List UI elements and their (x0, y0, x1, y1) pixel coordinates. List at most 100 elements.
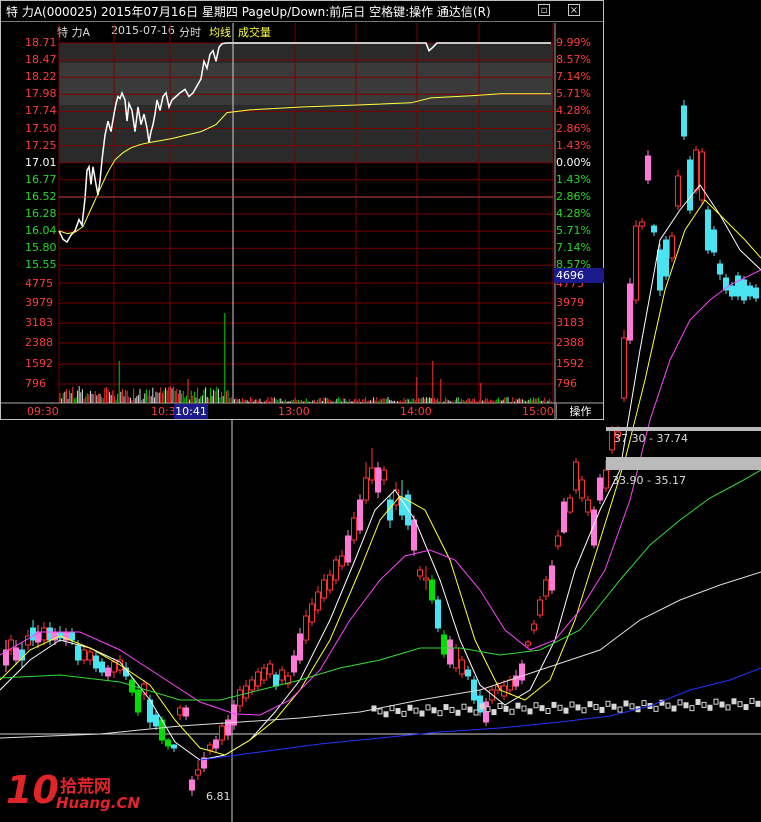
candle-body (243, 685, 249, 699)
pct-tick: 0.00% (556, 155, 591, 169)
candle-body (279, 669, 285, 681)
gray-candle (707, 704, 713, 711)
candle-body (705, 209, 711, 251)
candle-body (81, 649, 87, 661)
candle-body (375, 467, 381, 493)
price-tick: 15.55 (25, 258, 57, 272)
candle-body (447, 639, 453, 665)
gray-candle (641, 700, 647, 707)
volume-tick-left: 2388 (25, 336, 53, 349)
gray-candle (599, 706, 605, 713)
candle-body (41, 627, 47, 641)
candle-body (627, 283, 633, 341)
gray-candle (665, 702, 671, 709)
gray-candle (461, 703, 467, 710)
candle-body (47, 627, 53, 641)
gray-candle (509, 708, 515, 715)
candle-body (99, 661, 105, 673)
candle-body (93, 655, 99, 669)
candle-body (381, 469, 387, 481)
gray-candle (611, 703, 617, 710)
candle-body (30, 627, 36, 641)
candle-body (261, 667, 267, 681)
candle-body (213, 739, 219, 749)
gray-candle (575, 704, 581, 711)
candle-body (459, 659, 465, 675)
gray-candle (593, 704, 599, 711)
candle-body (537, 599, 543, 616)
price-tick: 17.74 (25, 104, 57, 118)
candle-body (573, 461, 579, 491)
intraday-popup[interactable]: 特 力A(000025) 2015年07月16日 星期四 PageUp/Down… (0, 0, 604, 420)
gray-candle (515, 702, 521, 709)
time-tick: 10:3 (151, 405, 176, 418)
candle-body (267, 663, 273, 675)
candle-body (87, 651, 93, 661)
candle-body (711, 229, 717, 253)
price-tick: 16.28 (25, 207, 57, 220)
candle-body (315, 591, 321, 611)
time-tick: 09:30 (27, 405, 59, 418)
candle-body (645, 155, 651, 181)
volume-tick-right: 3183 (556, 316, 584, 329)
pct-tick: 5.71% (556, 87, 591, 101)
volume-tick-left: 4775 (25, 277, 53, 290)
volume-tick-right: 3979 (556, 296, 584, 309)
candle-body (75, 645, 81, 661)
popup-titlebar[interactable]: 特 力A(000025) 2015年07月16日 星期四 PageUp/Down… (1, 1, 603, 22)
gray-candle (443, 704, 449, 711)
gray-candle (569, 701, 575, 708)
gray-candle (617, 706, 623, 713)
candle-body (651, 225, 657, 233)
candle-body (321, 579, 327, 599)
intraday-chart[interactable] (1, 21, 603, 419)
price-tick: 17.98 (25, 87, 57, 101)
cursor-value-box: 4696 (554, 268, 604, 283)
gray-candle (563, 707, 569, 714)
pct-tick: 9.99% (556, 36, 591, 49)
candle-body (291, 655, 297, 673)
gray-candle (419, 710, 425, 717)
pct-tick: 1.43% (556, 172, 591, 186)
candle-body (753, 287, 759, 299)
candle-body (435, 599, 441, 629)
gray-candle (581, 707, 587, 714)
gray-candle (677, 699, 683, 706)
candle-body (165, 739, 171, 747)
candle-body (561, 501, 567, 533)
candle-body (153, 714, 159, 727)
pct-tick: 8.57% (556, 53, 591, 67)
candle-body (507, 679, 513, 691)
candle-body (441, 634, 447, 655)
gray-candle (701, 701, 707, 708)
gray-candle (377, 708, 383, 715)
candle-body (621, 337, 627, 399)
gray-candle (407, 704, 413, 711)
gray-candle (437, 710, 443, 717)
volume-tick-left: 1592 (25, 357, 53, 370)
candle-body (747, 285, 753, 297)
cursor-time-box: 10:41 (174, 404, 208, 419)
candle-body (549, 565, 555, 591)
price-tick: 16.77 (25, 172, 57, 186)
candle-body (327, 574, 333, 591)
price-tick: 18.22 (25, 70, 57, 84)
gray-candle (455, 709, 461, 716)
candle-body (423, 577, 429, 581)
volume-tick-right: 2388 (556, 336, 584, 349)
close-icon[interactable]: × (568, 4, 580, 16)
candle-body (411, 519, 417, 551)
gray-candle (689, 705, 695, 712)
price-tick: 17.01 (25, 155, 57, 169)
candle-body (585, 499, 591, 513)
price-tick: 18.47 (25, 53, 57, 67)
candle-body (567, 497, 573, 513)
popup-title: 特 力A(000025) 2015年07月16日 星期四 PageUp/Down… (6, 5, 491, 19)
gray-candle (425, 704, 431, 711)
restore-icon[interactable]: ▫ (538, 4, 550, 16)
gray-candle (695, 699, 701, 706)
operate-button[interactable]: 操作 (556, 403, 604, 420)
gray-candle (629, 703, 635, 710)
candle-body (219, 725, 225, 741)
gray-band-bottom (606, 457, 761, 470)
